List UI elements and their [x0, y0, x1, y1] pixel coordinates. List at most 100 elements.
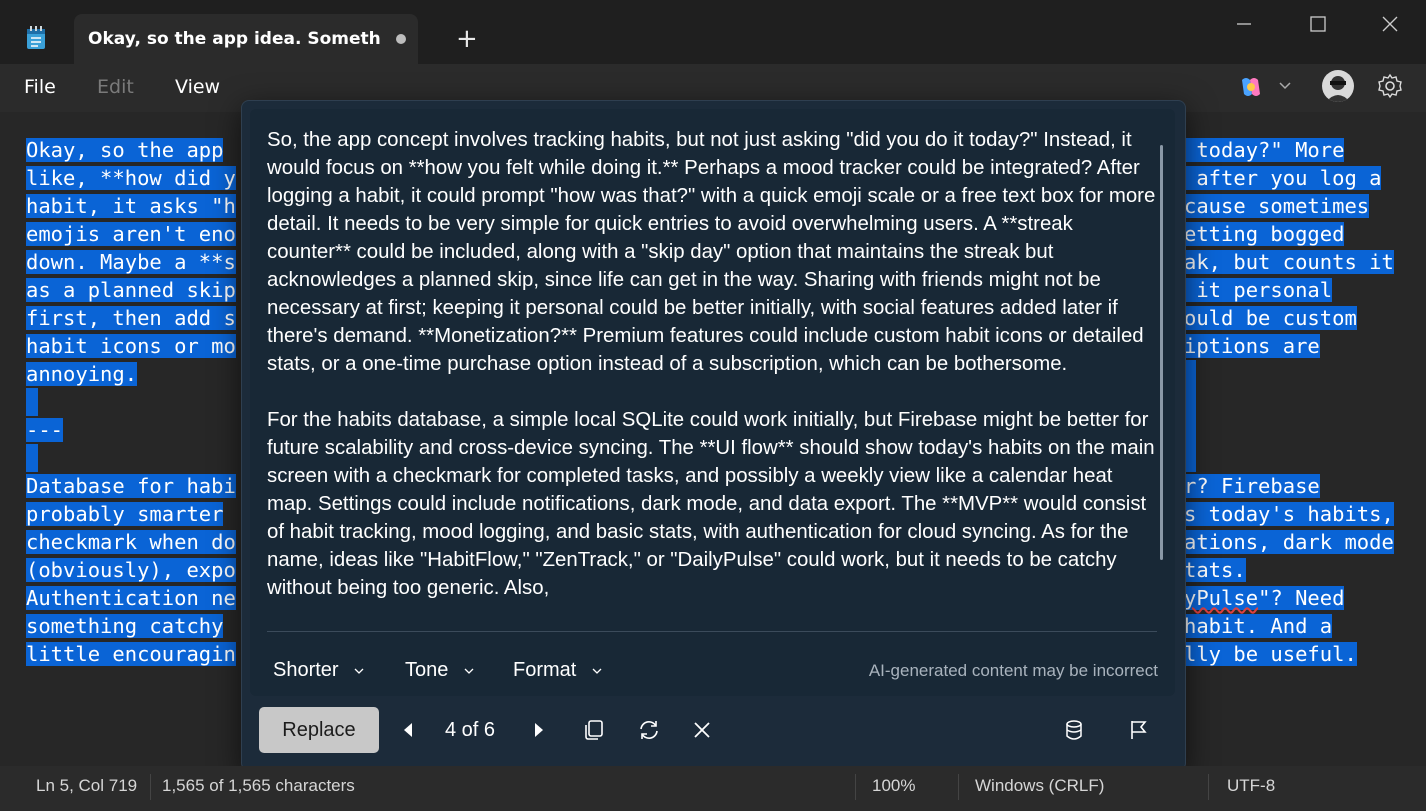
editor-line: like, **how did y	[26, 164, 236, 192]
line-ending[interactable]: Windows (CRLF)	[975, 776, 1104, 796]
editor-line: ---	[26, 416, 236, 444]
editor-line	[26, 444, 236, 472]
dismiss-icon[interactable]	[690, 718, 714, 742]
selected-text: after you log a	[1184, 166, 1382, 190]
selected-text: ak, but counts it	[1184, 250, 1394, 274]
selected-text: Okay, so the app	[26, 138, 224, 162]
editor-line: checkmark when do	[26, 528, 236, 556]
selected-text: habit icons or mo	[26, 334, 236, 358]
editor-line: cause sometimes	[1184, 192, 1394, 220]
selected-text: s today's habits,	[1184, 502, 1394, 526]
selected-text: probably smarter	[26, 502, 224, 526]
selected-text: ould be custom	[1184, 306, 1357, 330]
replace-button[interactable]: Replace	[259, 707, 379, 753]
notepad-app-icon	[27, 26, 45, 49]
menu-edit[interactable]: Edit	[97, 76, 134, 98]
editor-line: Database for habi	[26, 472, 236, 500]
selected-text: something catchy	[26, 614, 224, 638]
ai-disclaimer: AI-generated content may be incorrect	[868, 661, 1158, 680]
editor-line: after you log a	[1184, 164, 1394, 192]
title-bar: Okay, so the app idea. Something a +	[0, 0, 1426, 64]
editor-line: yPulse"? Need	[1184, 584, 1394, 612]
spelling-error[interactable]: yPulse	[1184, 586, 1258, 610]
divider	[267, 631, 1157, 632]
flag-icon[interactable]	[1127, 718, 1151, 742]
editor-line	[1184, 444, 1394, 472]
editor-line: Authentication ne	[26, 584, 236, 612]
zoom-level[interactable]: 100%	[872, 776, 915, 796]
copilot-icon[interactable]	[1238, 76, 1264, 98]
avatar[interactable]	[1322, 70, 1354, 102]
selected-text: tats.	[1184, 558, 1246, 582]
selected-text: etting bogged	[1184, 222, 1345, 246]
editor-line: r? Firebase	[1184, 472, 1394, 500]
selected-text: like, **how did y	[26, 166, 236, 190]
selected-text: it personal	[1184, 278, 1333, 302]
selected-text: ---	[26, 418, 64, 442]
selected-text: r? Firebase	[1184, 474, 1320, 498]
selected-text: iptions are	[1184, 334, 1320, 358]
selected-text: as a planned skip	[26, 278, 236, 302]
selected-text: checkmark when do	[26, 530, 236, 554]
user-avatar-icon	[1326, 76, 1350, 102]
new-tab-button[interactable]: +	[456, 26, 478, 52]
next-icon[interactable]	[526, 718, 550, 742]
close-window-icon[interactable]	[1366, 10, 1414, 38]
scrollbar[interactable]	[1160, 145, 1163, 560]
editor-line: (obviously), expo	[26, 556, 236, 584]
shorter-label: Shorter	[273, 659, 339, 681]
editor-line: ould be custom	[1184, 304, 1394, 332]
editor-line: habit, it asks "h	[26, 192, 236, 220]
editor-line: annoying.	[26, 360, 236, 388]
credits-icon[interactable]	[1062, 718, 1086, 742]
editor-line	[1184, 416, 1394, 444]
editor-text-right[interactable]: today?" More after you log a cause someti…	[1184, 136, 1394, 668]
status-bar: Ln 5, Col 719 1,565 of 1,565 characters …	[0, 766, 1426, 811]
editor-line: down. Maybe a **s	[26, 248, 236, 276]
selected-text	[26, 388, 38, 416]
editor-line: it personal	[1184, 276, 1394, 304]
copy-icon[interactable]	[582, 718, 606, 742]
chevron-down-icon[interactable]	[1278, 80, 1292, 90]
tone-dropdown[interactable]: Tone	[405, 659, 474, 682]
encoding[interactable]: UTF-8	[1227, 776, 1275, 796]
editor-line: Okay, so the app	[26, 136, 236, 164]
format-dropdown[interactable]: Format	[513, 659, 602, 682]
menu-view[interactable]: View	[175, 76, 220, 98]
regenerate-icon[interactable]	[637, 718, 661, 742]
chevron-down-icon	[464, 668, 474, 674]
document-tab[interactable]: Okay, so the app idea. Something a	[74, 14, 418, 64]
menu-file[interactable]: File	[24, 76, 56, 98]
editor-line	[1184, 360, 1394, 388]
selected-text: (obviously), expo	[26, 558, 236, 582]
selected-text: ations, dark mode	[1184, 530, 1394, 554]
gear-icon[interactable]	[1377, 73, 1403, 99]
cursor-position[interactable]: Ln 5, Col 719	[36, 776, 137, 796]
selected-text: emojis aren't eno	[26, 222, 236, 246]
selected-text: first, then add s	[26, 306, 236, 330]
rewrite-paragraph-1: So, the app concept involves tracking ha…	[267, 129, 1156, 375]
selected-text	[26, 444, 38, 472]
unsaved-dot-icon[interactable]	[396, 34, 406, 44]
editor-line: probably smarter	[26, 500, 236, 528]
selected-text: lly be useful.	[1184, 642, 1357, 666]
editor-line: iptions are	[1184, 332, 1394, 360]
rewrite-content-card: So, the app concept involves tracking ha…	[250, 109, 1175, 696]
editor-line: as a planned skip	[26, 276, 236, 304]
selected-text: habit. And a	[1184, 614, 1333, 638]
previous-icon[interactable]	[397, 718, 421, 742]
editor-line: s today's habits,	[1184, 500, 1394, 528]
editor-line: little encouragin	[26, 640, 236, 668]
editor-text[interactable]: Okay, so the app like, **how did y habit, …	[26, 136, 236, 668]
maximize-icon[interactable]	[1294, 10, 1342, 38]
editor-line	[1184, 388, 1394, 416]
editor-line	[26, 388, 236, 416]
character-count: 1,565 of 1,565 characters	[162, 776, 355, 795]
shorter-dropdown[interactable]: Shorter	[273, 659, 364, 682]
selected-text: Authentication ne	[26, 586, 236, 610]
minimize-icon[interactable]	[1220, 10, 1268, 38]
rewrite-text[interactable]: So, the app concept involves tracking ha…	[267, 126, 1157, 616]
editor-line: tats.	[1184, 556, 1394, 584]
status-separator	[150, 774, 151, 800]
chevron-down-icon	[592, 668, 602, 674]
